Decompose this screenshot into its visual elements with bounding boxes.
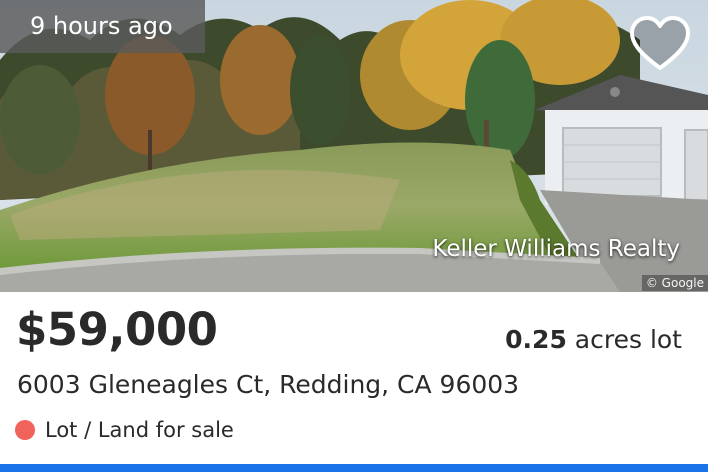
listing-photo[interactable]: 9 hours ago Keller Williams Realty © Goo… — [0, 0, 708, 292]
listing-address: 6003 Gleneagles Ct, Redding, CA 96003 — [17, 370, 520, 399]
accent-bar — [0, 464, 708, 472]
lot-size: 0.25 acres lot — [505, 325, 682, 354]
listing-price: $59,000 — [16, 303, 218, 356]
time-ago-badge: 9 hours ago — [0, 0, 205, 53]
favorite-button[interactable] — [628, 14, 692, 74]
lot-size-value: 0.25 — [505, 325, 567, 354]
heart-outline-icon — [630, 16, 690, 70]
status-dot-icon — [15, 420, 35, 440]
photo-credit: © Google — [641, 275, 708, 291]
listing-card[interactable]: 9 hours ago Keller Williams Realty © Goo… — [0, 0, 708, 472]
listing-status: Lot / Land for sale — [15, 418, 234, 442]
lot-size-unit: acres lot — [574, 325, 682, 354]
broker-name: Keller Williams Realty — [432, 236, 680, 262]
status-label: Lot / Land for sale — [45, 418, 234, 442]
